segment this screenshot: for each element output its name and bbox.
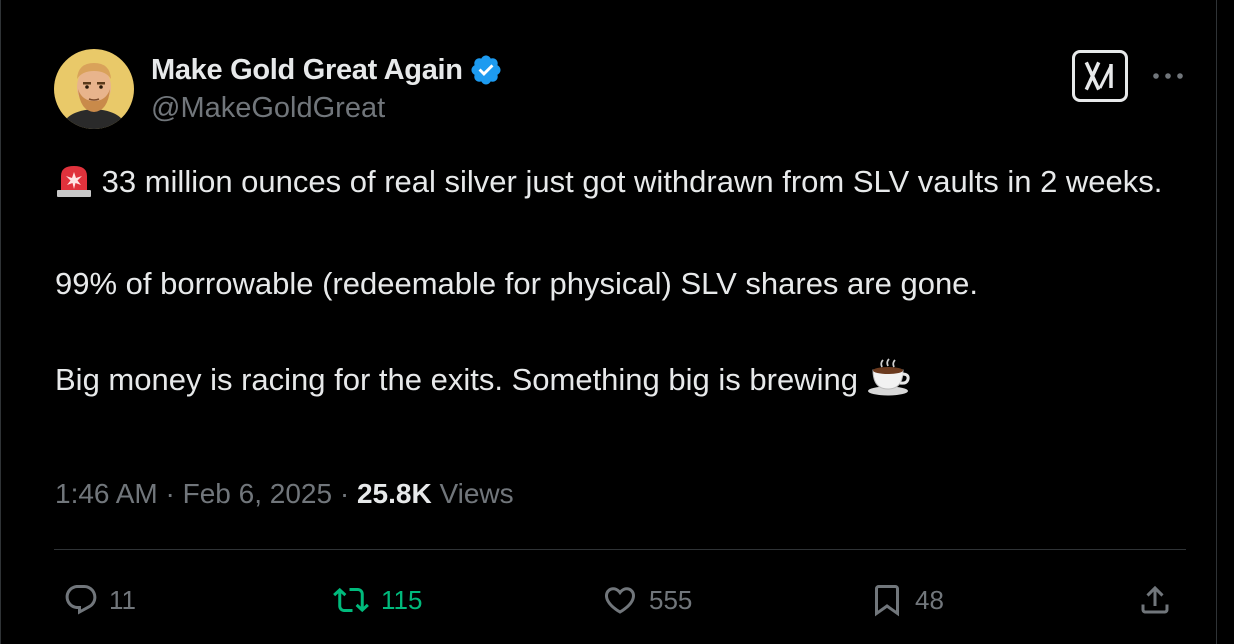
author-display-name[interactable]: Make Gold Great Again (151, 54, 463, 87)
author-name-row: Make Gold Great Again (151, 52, 503, 88)
tweet-meta: 1:46 AM · Feb 6, 2025 · 25.8K Views (55, 478, 514, 510)
bookmark-count: 48 (915, 584, 944, 615)
share-button[interactable] (1137, 575, 1173, 625)
tweet-line-1-text: 33 million ounces of real silver just go… (101, 164, 1163, 199)
tweet-text: 33 million ounces of real silver just go… (55, 158, 1185, 410)
like-count: 555 (649, 584, 693, 615)
repost-icon (333, 587, 369, 613)
reply-button[interactable]: 11 (63, 575, 136, 625)
repost-button[interactable]: 115 (331, 575, 422, 625)
action-bar: 11 115 555 48 (1, 575, 1234, 625)
police-siren-emoji-icon (55, 164, 93, 212)
heart-icon (604, 587, 636, 614)
bookmark-icon (875, 585, 899, 617)
meta-separator: · (165, 478, 175, 509)
tweet-time[interactable]: 1:46 AM (55, 478, 158, 509)
tweet-line-3-text: Big money is racing for the exits. Somet… (55, 362, 858, 397)
hot-beverage-emoji-icon (867, 358, 911, 410)
meta-separator: · (339, 478, 350, 509)
tweet-line-3: Big money is racing for the exits. Somet… (55, 356, 1185, 410)
tweet-frame: Make Gold Great Again @MakeGoldGreat 33 … (0, 0, 1217, 644)
more-icon[interactable] (1151, 66, 1185, 86)
tweet-line-2: 99% of borrowable (redeemable for physic… (55, 266, 979, 301)
views-count[interactable]: 25.8K (357, 478, 432, 509)
author-handle[interactable]: @MakeGoldGreat (151, 92, 385, 125)
reply-count: 11 (109, 584, 136, 615)
tweet-line-1: 33 million ounces of real silver just go… (55, 158, 1185, 212)
grok-button[interactable] (1072, 50, 1128, 102)
reply-icon (65, 585, 97, 615)
views-label[interactable]: Views (439, 478, 513, 509)
verified-badge-icon[interactable] (469, 53, 503, 87)
tweet-date[interactable]: Feb 6, 2025 (183, 478, 332, 509)
divider (54, 549, 1186, 550)
repost-count: 115 (381, 584, 423, 615)
share-icon (1141, 585, 1169, 614)
bearded-man-avatar-icon (54, 49, 134, 129)
bookmark-button[interactable]: 48 (869, 575, 944, 625)
avatar[interactable] (54, 49, 134, 129)
like-button[interactable]: 555 (601, 575, 692, 625)
grok-icon (1084, 61, 1113, 91)
